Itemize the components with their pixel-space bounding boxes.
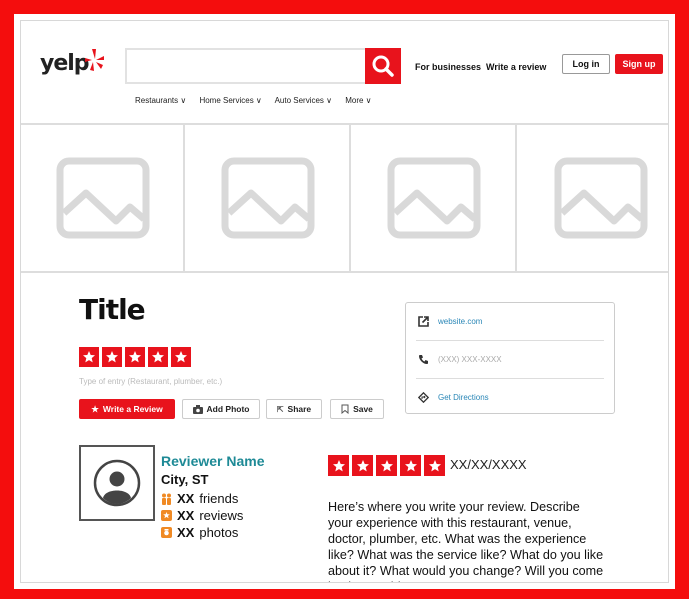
rating-star-icon xyxy=(400,455,421,476)
photos-stat: XX photos xyxy=(161,525,238,540)
rating-star-icon xyxy=(352,455,373,476)
yelp-burst-icon xyxy=(85,49,104,71)
nav-home-services[interactable]: Home Services ∨ xyxy=(199,96,261,105)
login-button[interactable]: Log in xyxy=(562,54,610,74)
share-label: Share xyxy=(287,404,312,414)
photo-placeholder[interactable] xyxy=(515,125,668,271)
page-frame: yelp For businesses Write a review Log i… xyxy=(0,0,689,599)
page: yelp For businesses Write a review Log i… xyxy=(20,20,669,583)
search-button[interactable] xyxy=(365,48,401,84)
review-text: Here’s where you write your review. Desc… xyxy=(328,500,604,582)
friends-label: friends xyxy=(199,491,239,506)
write-review-button[interactable]: ★ Write a Review xyxy=(79,399,175,419)
phone-row: (XXX) XXX-XXXX xyxy=(418,341,604,377)
photo-placeholder[interactable] xyxy=(183,125,351,271)
save-label: Save xyxy=(353,404,373,414)
nav-auto-services[interactable]: Auto Services ∨ xyxy=(275,96,332,105)
rating-star-icon xyxy=(424,455,445,476)
directions-icon xyxy=(418,391,429,403)
business-title: Title xyxy=(79,293,146,326)
rating-star-icon xyxy=(171,347,191,367)
camera-icon xyxy=(161,527,172,538)
user-avatar-icon xyxy=(93,459,141,507)
image-placeholder-icon xyxy=(221,157,315,239)
website-row[interactable]: website.com xyxy=(418,303,604,339)
write-review-link[interactable]: Write a review xyxy=(486,62,546,72)
review-rating xyxy=(328,455,448,476)
star-icon: ★ xyxy=(91,403,99,414)
for-businesses-link[interactable]: For businesses xyxy=(415,62,481,72)
review-date: XX/XX/XXXX xyxy=(450,457,527,472)
review-star-icon xyxy=(161,510,172,521)
camera-icon xyxy=(192,404,203,414)
photo-gallery xyxy=(21,123,668,273)
get-directions-link[interactable]: Get Directions xyxy=(438,393,489,402)
image-placeholder-icon xyxy=(387,157,481,239)
rating-star-icon xyxy=(328,455,349,476)
share-icon: ⇱ xyxy=(276,404,284,414)
friends-icon xyxy=(162,493,171,505)
image-placeholder-icon xyxy=(56,157,150,239)
search-input[interactable] xyxy=(131,54,363,80)
rating-star-icon xyxy=(148,347,168,367)
business-info-card: website.com (XXX) XXX-XXXX Get Direction… xyxy=(405,302,615,414)
reviewer-name[interactable]: Reviewer Name xyxy=(161,453,265,469)
rating-star-icon xyxy=(102,347,122,367)
search-icon xyxy=(372,55,394,77)
photo-placeholder[interactable] xyxy=(349,125,517,271)
reviews-label: reviews xyxy=(199,508,244,523)
business-rating xyxy=(79,347,194,367)
category-nav: Restaurants ∨ Home Services ∨ Auto Servi… xyxy=(135,96,383,105)
friends-stat: XX friends xyxy=(161,491,238,506)
website-link[interactable]: website.com xyxy=(438,317,482,326)
rating-star-icon xyxy=(125,347,145,367)
reviewer-location: City, ST xyxy=(161,472,209,487)
phone-number: (XXX) XXX-XXXX xyxy=(438,354,502,364)
directions-row[interactable]: Get Directions xyxy=(418,379,604,415)
signup-button[interactable]: Sign up xyxy=(615,54,663,74)
image-placeholder-icon xyxy=(554,157,648,239)
yelp-logo[interactable]: yelp xyxy=(40,51,90,76)
reviews-count: XX xyxy=(177,508,195,523)
nav-restaurants[interactable]: Restaurants ∨ xyxy=(135,96,186,105)
nav-more[interactable]: More ∨ xyxy=(345,96,371,105)
share-button[interactable]: ⇱ Share xyxy=(266,399,322,419)
photo-placeholder[interactable] xyxy=(21,125,185,271)
business-type-hint: Type of entry (Restaurant, plumber, etc.… xyxy=(79,377,223,386)
save-button[interactable]: Save xyxy=(330,399,384,419)
rating-star-icon xyxy=(376,455,397,476)
phone-icon xyxy=(419,354,428,364)
reviewer-avatar[interactable] xyxy=(79,445,155,521)
photos-count: XX xyxy=(177,525,195,540)
external-link-icon xyxy=(418,315,429,327)
friends-count: XX xyxy=(177,491,195,506)
write-review-label: Write a Review xyxy=(102,404,163,414)
rating-star-icon xyxy=(79,347,99,367)
add-photo-button[interactable]: Add Photo xyxy=(182,399,260,419)
reviews-stat: XX reviews xyxy=(161,508,243,523)
photos-label: photos xyxy=(199,525,239,540)
add-photo-label: Add Photo xyxy=(206,404,250,414)
search-bar xyxy=(125,48,401,84)
bookmark-icon xyxy=(341,404,349,414)
